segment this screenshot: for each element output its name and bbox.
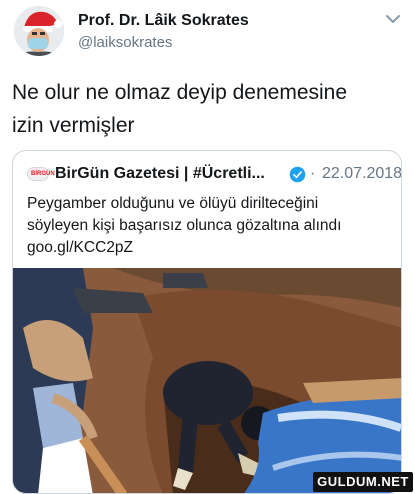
tweet-text: Ne olur ne olmaz deyip denemesine izin v… [12, 76, 404, 142]
author-handle[interactable]: @laiksokrates [78, 34, 172, 51]
chevron-down-icon[interactable] [384, 12, 402, 26]
author-display-name[interactable]: Prof. Dr. Lâik Sokrates [78, 12, 249, 30]
quoted-text-line: söyleyen kişi başarısız olunca gözaltına… [27, 217, 342, 234]
tweet: Prof. Dr. Lâik Sokrates @laiksokrates Ne… [0, 0, 415, 494]
verified-badge-icon [289, 166, 306, 183]
quoted-tweet-card[interactable]: BİRGÜN BirGün Gazetesi | #Ücretli... · 2… [12, 150, 402, 494]
birgun-logo-icon: BİRGÜN [27, 167, 55, 181]
tweet-text-line: izin vermişler [12, 114, 135, 137]
logo-text: BİRGÜN [31, 171, 55, 177]
quoted-author-name[interactable]: BirGün Gazetesi | #Ücretli... [55, 165, 265, 183]
quoted-link[interactable]: goo.gl/KCC2pZ [27, 237, 391, 259]
tweet-text-line: Ne olur ne olmaz deyip denemesine [12, 81, 348, 104]
quoted-tweet-header: BİRGÜN BirGün Gazetesi | #Ücretli... · 2… [27, 165, 401, 185]
watermark: GULDUM.NET [313, 472, 413, 492]
avatar[interactable] [14, 6, 64, 56]
quoted-tweet-text: Peygamber olduğunu ve ölüyü diriltеceğin… [27, 193, 391, 259]
santa-hat-mask-avatar-icon [14, 6, 64, 56]
quoted-text-line: Peygamber olduğunu ve ölüyü diriltеceğin… [27, 195, 319, 212]
news-photo-image[interactable] [13, 268, 402, 494]
quoted-tweet-date[interactable]: 22.07.2018 [322, 165, 401, 183]
separator-dot: · [310, 165, 316, 182]
